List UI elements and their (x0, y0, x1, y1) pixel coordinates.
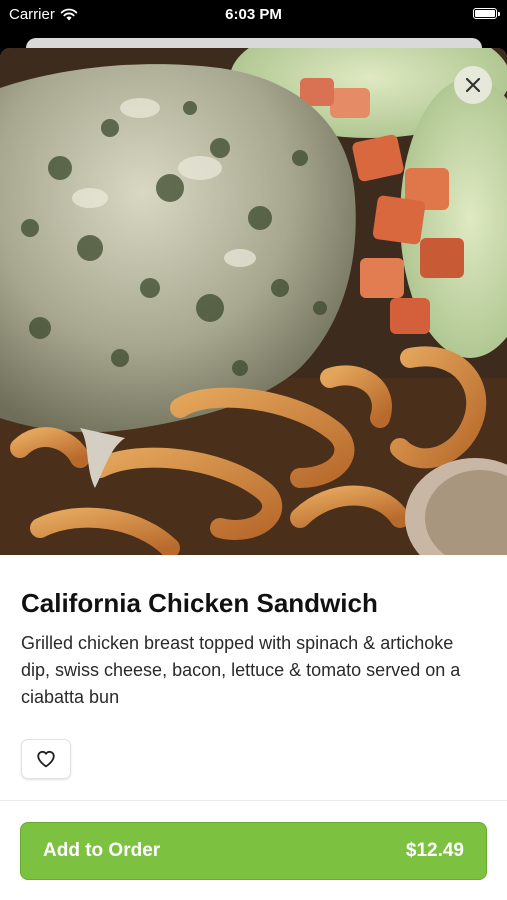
status-bar: Carrier 6:03 PM (0, 0, 507, 30)
close-icon (465, 77, 481, 93)
item-photo (0, 48, 507, 555)
item-price: $12.49 (405, 840, 464, 861)
battery-icon (473, 8, 500, 19)
add-to-order-label: Add to Order (43, 840, 161, 861)
divider (0, 800, 507, 801)
item-detail-sheet: California Chicken Sandwich Grilled chic… (0, 48, 507, 900)
close-button[interactable] (454, 66, 492, 104)
favorite-button[interactable] (21, 739, 71, 779)
heart-outline-icon (37, 750, 55, 768)
add-to-order-button[interactable]: Add to Order $12.49 (20, 822, 487, 880)
item-description: Grilled chicken breast topped with spina… (21, 633, 461, 707)
food-photo-illustration (0, 48, 507, 555)
item-title: California Chicken Sandwich (21, 588, 378, 618)
status-time: 6:03 PM (225, 6, 282, 23)
